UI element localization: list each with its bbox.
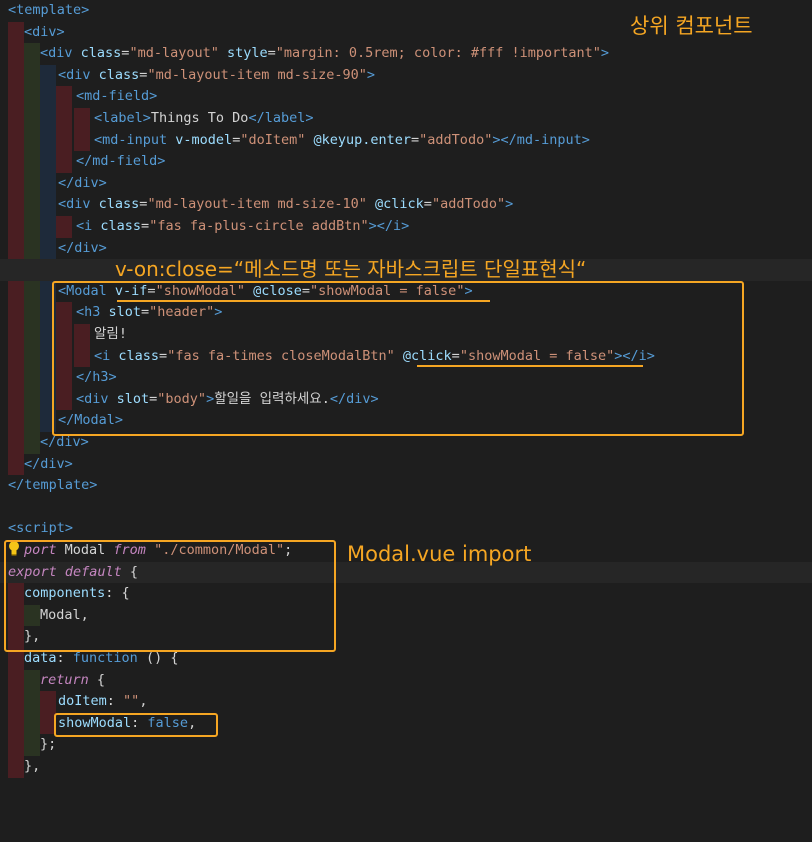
code-token: "addTodo" <box>419 131 493 148</box>
code-line: <label>Things To Do</label> <box>0 108 812 130</box>
code-token: > <box>600 45 610 62</box>
code-token: () { <box>137 650 179 666</box>
import-highlight-box <box>4 540 336 652</box>
code-line: </div> <box>0 453 812 476</box>
v-if-underline <box>117 300 490 302</box>
code-token: <md-input <box>94 131 168 148</box>
code-token: : <box>106 693 124 710</box>
code-line: <md-field> <box>0 86 812 108</box>
code-token: class <box>92 218 142 234</box>
code-token: <i <box>76 218 93 234</box>
code-token: return <box>40 671 89 688</box>
code-token: "md-layout-item md-size-10" <box>147 196 367 213</box>
code-token: </template> <box>8 477 98 494</box>
showmodal-highlight-box <box>54 713 218 737</box>
modal-import-annotation: Modal.vue import <box>347 542 532 566</box>
code-token: "md-layout" <box>129 45 219 62</box>
code-token: > <box>366 66 376 83</box>
code-token: </div> <box>58 174 107 191</box>
code-token: "margin: 0.5rem; color: #fff !important" <box>275 45 601 62</box>
code-token: </div> <box>58 239 107 256</box>
code-token: = <box>267 45 276 62</box>
click-underline <box>417 365 643 367</box>
code-token: function <box>72 650 138 666</box>
code-token: <div <box>58 196 91 213</box>
code-token: doItem <box>58 693 107 710</box>
code-line: <script> <box>0 518 812 540</box>
code-token: : <box>56 650 73 666</box>
code-token: > <box>505 196 514 213</box>
code-token: "addTodo" <box>431 196 506 213</box>
code-token: Things To Do <box>150 110 249 126</box>
code-token: <div> <box>24 23 65 40</box>
code-token: <template> <box>8 2 90 18</box>
indent-guide <box>8 43 24 65</box>
code-token: = <box>411 131 420 148</box>
code-token: class <box>90 196 140 213</box>
indent-guide <box>8 21 24 44</box>
code-line: <i class="fas fa-plus-circle addBtn"></i… <box>0 216 812 238</box>
code-token: @keyup.enter <box>305 131 412 148</box>
code-token: = <box>141 218 150 234</box>
code-token: ></md-input> <box>492 131 590 148</box>
code-token: <label> <box>94 110 151 126</box>
code-line: </md-field> <box>0 151 812 173</box>
code-token: = <box>423 196 432 213</box>
modal-highlight-box <box>52 281 744 436</box>
code-token: { <box>88 671 106 688</box>
code-line: <md-input v-model="doItem" @keyup.enter=… <box>0 129 812 152</box>
code-token: <div <box>58 66 91 83</box>
code-token: <md-field> <box>76 88 158 105</box>
code-token: </md-field> <box>76 153 166 170</box>
code-editor[interactable]: <template> <div> <div class="md-layout" … <box>0 0 812 782</box>
code-line: <div class="md-layout" style="margin: 0.… <box>0 43 812 65</box>
code-line: }; <box>0 734 812 756</box>
code-line: return { <box>0 669 812 692</box>
code-token: "doItem" <box>240 131 306 148</box>
code-token: , <box>139 693 148 710</box>
code-token: ></i> <box>368 218 410 234</box>
code-token: style <box>218 45 268 62</box>
code-line: </template> <box>0 475 812 497</box>
code-token: class <box>72 45 122 62</box>
indent-guide <box>24 43 40 65</box>
code-token: </div> <box>40 434 89 450</box>
code-line: <div class = "md-layout-item md-size-10" @… <box>0 194 812 216</box>
code-token: <div <box>40 45 73 62</box>
code-token: }; <box>40 736 57 753</box>
code-token: class <box>90 66 140 83</box>
code-token: @click <box>366 196 424 213</box>
code-token: "md-layout-item md-size-90" <box>147 66 367 83</box>
code-line: </div> <box>0 172 812 195</box>
code-token: </div> <box>24 455 73 472</box>
code-token: }, <box>24 758 41 774</box>
code-token: <script> <box>8 520 74 537</box>
code-line: }, <box>0 756 812 778</box>
v-on-close-annotation: v-on:close=“메소드명 또는 자바스크립트 단일표현식“ <box>115 257 587 281</box>
code-token: "" <box>123 693 140 710</box>
parent-component-annotation: 상위 컴포넌트 <box>630 14 753 38</box>
code-line: <div class="md-layout-item md-size-90"> <box>0 64 812 87</box>
code-token: "fas fa-plus-circle addBtn" <box>149 218 369 234</box>
code-line: doItem: "", <box>0 691 812 713</box>
code-token: </label> <box>248 110 314 126</box>
code-token: data <box>24 650 57 666</box>
code-token: v-model <box>167 131 233 148</box>
